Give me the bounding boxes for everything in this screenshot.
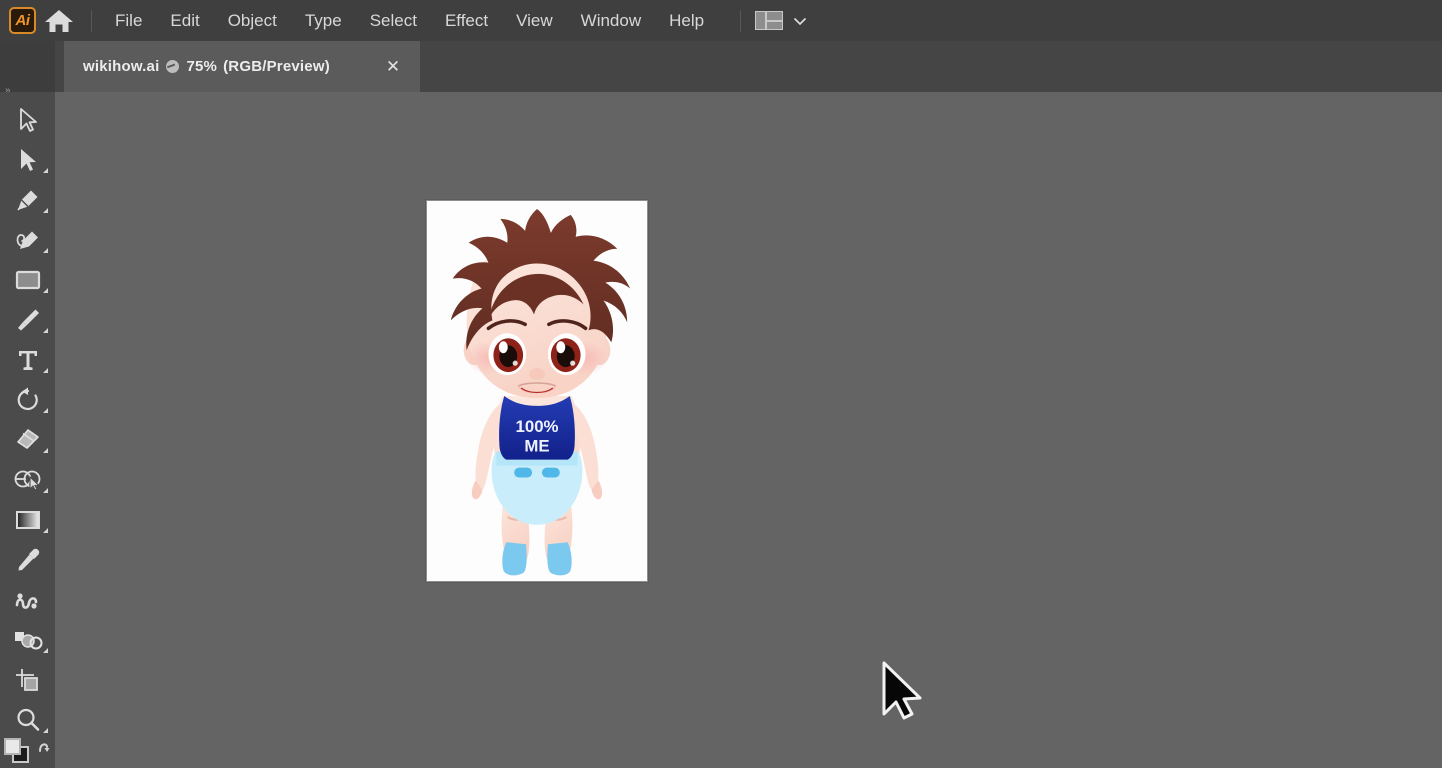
gradient-tool[interactable] [0, 500, 55, 540]
document-tab-colormode: (RGB/Preview) [223, 58, 330, 75]
baby-illustration: 100% ME [427, 201, 647, 581]
menu-item-select[interactable]: Select [356, 0, 431, 41]
home-icon[interactable] [36, 0, 82, 41]
artboard[interactable]: 100% ME [426, 200, 648, 582]
document-canvas[interactable]: 100% ME [55, 92, 1442, 768]
eyedropper-tool[interactable] [0, 540, 55, 580]
menu-item-object[interactable]: Object [214, 0, 291, 41]
swap-fill-stroke-icon[interactable] [36, 738, 52, 754]
document-tab-zoom: 75% [186, 58, 218, 75]
fill-stroke-swatch[interactable] [4, 738, 30, 764]
document-tab-bar: » PROPERTIES wikihow.ai 75% (RGB/Preview… [0, 41, 1442, 133]
illustrator-window: Ai File Edit Object Type Select Effect V… [0, 0, 1442, 768]
chevron-down-icon[interactable] [793, 14, 807, 28]
direct-selection-tool[interactable] [0, 140, 55, 180]
shape-builder-tool[interactable] [0, 460, 55, 500]
shirt-text-line2: ME [524, 437, 549, 456]
menu-item-help[interactable]: Help [655, 0, 718, 41]
at-symbol-icon [166, 60, 180, 73]
menu-item-view[interactable]: View [502, 0, 567, 41]
close-icon[interactable]: ✕ [384, 58, 402, 75]
artboard-tool[interactable] [0, 660, 55, 700]
tools-panel [0, 92, 55, 768]
curvature-tool[interactable] [0, 220, 55, 260]
document-tab[interactable]: wikihow.ai 75% (RGB/Preview) ✕ [64, 41, 420, 92]
pen-tool[interactable] [0, 180, 55, 220]
document-tab-filename: wikihow.ai [83, 58, 160, 75]
menu-divider [91, 9, 92, 32]
menu-item-edit[interactable]: Edit [156, 0, 213, 41]
workspace-divider [740, 9, 742, 32]
menu-item-effect[interactable]: Effect [431, 0, 502, 41]
blend-tool[interactable] [0, 580, 55, 620]
type-tool[interactable] [0, 340, 55, 380]
rectangle-tool[interactable] [0, 260, 55, 300]
menu-items: File Edit Object Type Select Effect View… [101, 0, 718, 41]
eraser-tool[interactable] [0, 420, 55, 460]
arrow-cursor [882, 661, 922, 720]
fill-swatch[interactable] [4, 738, 21, 755]
workspace-switcher[interactable] [755, 11, 817, 30]
paintbrush-tool[interactable] [0, 300, 55, 340]
shirt-text-line1: 100% [515, 417, 558, 436]
fill-stroke-controls [0, 732, 55, 766]
app-logo-icon[interactable]: Ai [9, 7, 36, 34]
selection-tool[interactable] [0, 100, 55, 140]
menu-item-window[interactable]: Window [567, 0, 655, 41]
menu-item-file[interactable]: File [101, 0, 156, 41]
symbol-sprayer-tool[interactable] [0, 620, 55, 660]
menu-item-type[interactable]: Type [291, 0, 356, 41]
rotate-tool[interactable] [0, 380, 55, 420]
workspace-layout-icon[interactable] [755, 11, 784, 30]
menu-bar: Ai File Edit Object Type Select Effect V… [0, 0, 1442, 41]
